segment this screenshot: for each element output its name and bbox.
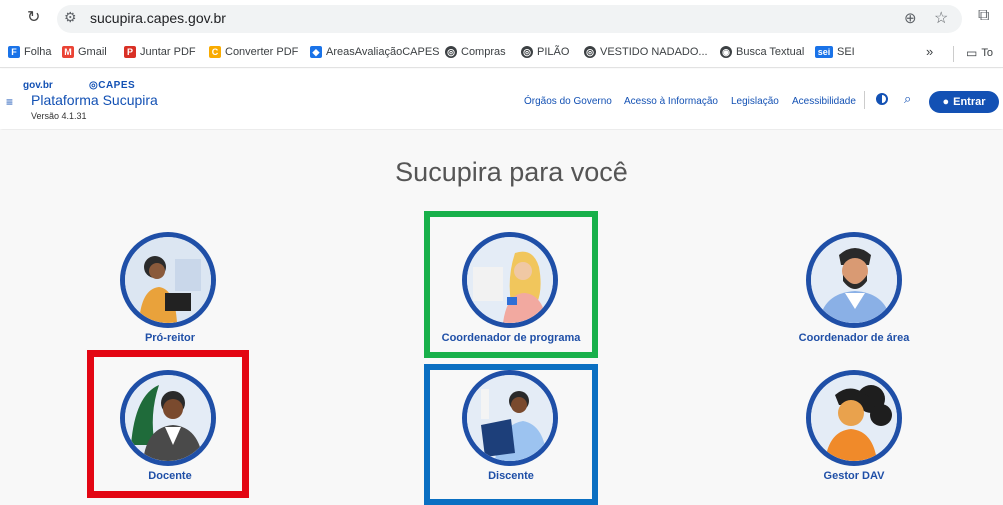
globe-icon: ◎ — [584, 46, 596, 58]
coordenador-area-illustration — [811, 237, 897, 323]
extensions-icon[interactable]: ⧉ — [978, 7, 989, 25]
busca-icon: ◉ — [720, 46, 732, 58]
menu-icon[interactable]: ≡ — [6, 95, 13, 109]
bookmark-juntar-pdf[interactable]: P Juntar PDF — [124, 46, 196, 58]
bookmark-gmail[interactable]: M Gmail — [62, 46, 107, 58]
browser-toolbar: ↻ ⚙ sucupira.capes.gov.br ⊕ ☆ ⧉ — [0, 0, 1003, 38]
contrast-icon[interactable] — [876, 93, 888, 105]
globe-icon: ◎ — [445, 46, 457, 58]
url-text[interactable]: sucupira.capes.gov.br — [90, 10, 226, 26]
bookmarks-bar: F Folha M Gmail P Juntar PDF C Converter PDF… — [0, 38, 1003, 68]
nav-link-orgaos[interactable]: Órgãos do Governo — [524, 96, 612, 107]
highlight-blue-box — [424, 364, 598, 505]
sei-icon: sei — [815, 46, 833, 58]
highlight-red-box — [87, 350, 249, 498]
section-title: Sucupira para você — [395, 157, 628, 187]
version-label: Versão 4.1.31 — [31, 111, 87, 121]
bookmark-compras[interactable]: ◎ Compras — [445, 46, 506, 58]
bookmark-star-icon[interactable]: ☆ — [934, 8, 948, 28]
gestor-dav-label[interactable]: Gestor DAV — [754, 470, 954, 482]
bookmark-folha[interactable]: F Folha — [8, 46, 52, 58]
search-icon[interactable]: ⌕ — [904, 91, 911, 107]
site-header: ≡ gov.br ◎CAPES Plataforma Sucupira Vers… — [0, 69, 1003, 129]
folder-icon: ▭ — [966, 46, 978, 60]
globe-icon: ◎ — [521, 46, 533, 58]
bookmark-converter-pdf[interactable]: C Converter PDF — [209, 46, 298, 58]
pro-reitor-illustration — [125, 237, 211, 323]
bookmark-vestido[interactable]: ◎ VESTIDO NADADO... — [584, 46, 708, 58]
pro-reitor-label[interactable]: Pró-reitor — [70, 332, 270, 344]
coordenador-area-label[interactable]: Coordenador de área — [754, 332, 954, 344]
gestor-dav-avatar[interactable] — [806, 370, 902, 466]
capes-logo[interactable]: ◎CAPES — [89, 80, 135, 91]
header-divider — [864, 91, 865, 109]
platform-title[interactable]: Plataforma Sucupira — [31, 92, 158, 108]
highlight-green-box — [424, 211, 598, 358]
zoom-icon[interactable]: ⊕ — [904, 9, 917, 27]
govbr-logo[interactable]: gov.br — [23, 80, 53, 91]
site-info-icon[interactable]: ⚙ — [64, 9, 77, 26]
coordenador-area-avatar[interactable] — [806, 232, 902, 328]
user-icon: ● — [942, 96, 950, 108]
pro-reitor-avatar[interactable] — [120, 232, 216, 328]
nav-link-acessibilidade[interactable]: Acessibilidade — [792, 96, 856, 107]
capes-bookmark-icon: ◆ — [310, 46, 322, 58]
converter-icon: C — [209, 46, 221, 58]
bookmark-folder[interactable]: ▭ To — [966, 46, 993, 60]
nav-link-acesso-informacao[interactable]: Acesso à Informação — [624, 96, 718, 107]
bookmarks-overflow-button[interactable]: » — [926, 44, 933, 59]
gmail-icon: M — [62, 46, 74, 58]
bookmark-pilao[interactable]: ◎ PILÃO — [521, 46, 569, 58]
bookmark-busca-textual[interactable]: ◉ Busca Textual — [720, 46, 804, 58]
login-button[interactable]: ● Entrar — [929, 91, 999, 113]
pdf-icon: P — [124, 46, 136, 58]
bookmark-sei[interactable]: sei SEI — [815, 46, 855, 58]
nav-link-legislacao[interactable]: Legislação — [731, 96, 779, 107]
reload-icon[interactable]: ↻ — [27, 10, 43, 26]
gestor-dav-illustration — [811, 375, 897, 461]
bookmark-areas-capes[interactable]: ◆ AreasAvaliaçãoCAPES — [310, 46, 440, 58]
bookmarks-divider — [953, 46, 954, 62]
folha-icon: F — [8, 46, 20, 58]
